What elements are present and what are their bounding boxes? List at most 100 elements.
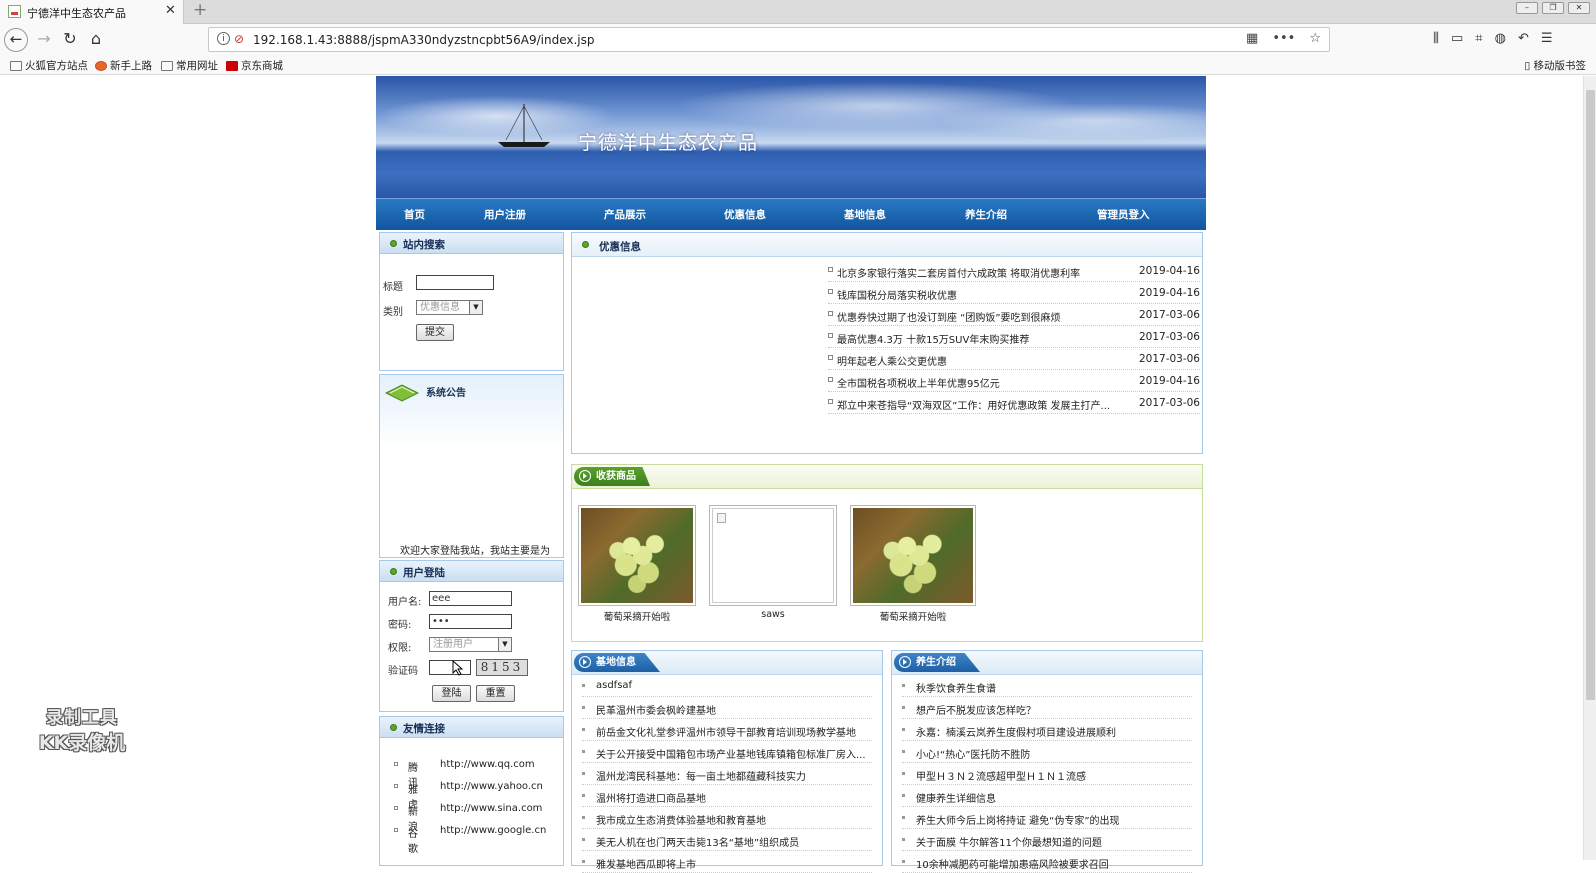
sidebar-icon[interactable]: ▭	[1451, 31, 1463, 46]
base-title[interactable]: 我市成立生态消费体验基地和教育基地	[596, 812, 871, 827]
new-tab-icon[interactable]: +	[193, 0, 207, 20]
tab-close-icon[interactable]: ✕	[165, 3, 176, 18]
base-item[interactable]: 前岳金文化礼堂参评温州市领导干部教育培训现场教学基地	[582, 720, 872, 741]
promo-title[interactable]: 北京多家银行落实二套房首付六成政策 将取消优惠利率	[837, 265, 1080, 280]
promo-title[interactable]: 钱库国税分局落实税收优惠	[837, 287, 957, 302]
restore-icon[interactable]: ❐	[1542, 2, 1564, 14]
health-item[interactable]: 甲型Ｈ３Ｎ２流感超甲型Ｈ１Ｎ１流感	[902, 764, 1192, 785]
link-url[interactable]: http://www.google.cn	[440, 825, 546, 836]
promo-title[interactable]: 明年起老人乘公交更优惠	[837, 353, 947, 368]
health-item-title[interactable]: 养生大师今后上岗将持证 避免“伪专家”的出现	[916, 812, 1191, 827]
nav-admin-login[interactable]: 管理员登入	[1097, 207, 1150, 222]
screenshot-icon[interactable]: ⌗	[1475, 31, 1482, 46]
page-scrollbar[interactable]	[1583, 76, 1596, 860]
insecure-lock-icon[interactable]: ⊘	[234, 32, 244, 46]
promo-item[interactable]: 明年起老人乘公交更优惠 2017-03-06	[828, 349, 1200, 370]
forward-arrow-icon[interactable]: →	[34, 30, 54, 48]
menu-icon[interactable]: ☰	[1541, 31, 1553, 46]
health-item-title[interactable]: 秋季饮食养生食谱	[916, 680, 1191, 695]
link-url[interactable]: http://www.yahoo.cn	[440, 781, 543, 792]
base-item[interactable]: 美无人机在也门两天击毙13名“基地”组织成员	[582, 830, 872, 851]
nav-bases[interactable]: 基地信息	[844, 207, 886, 222]
product-name[interactable]: 葡萄采摘开始啦	[850, 609, 976, 623]
health-item-title[interactable]: 甲型Ｈ３Ｎ２流感超甲型Ｈ１Ｎ１流感	[916, 768, 1191, 783]
home-icon[interactable]: ⌂	[86, 30, 106, 48]
chat-icon[interactable]: ◍	[1495, 31, 1506, 46]
health-item[interactable]: 秋季饮食养生食谱	[902, 676, 1192, 697]
health-item-title[interactable]: 小心!“热心”医托防不胜防	[916, 746, 1191, 761]
promo-title[interactable]: 全市国税各项税收上半年优惠95亿元	[837, 375, 1000, 390]
bookmark-star-icon[interactable]: ☆	[1309, 31, 1321, 46]
health-item-title[interactable]: 10余种减肥药可能增加患癌风险被要求召回	[916, 856, 1191, 871]
product-name[interactable]: 葡萄采摘开始啦	[578, 609, 696, 623]
health-item[interactable]: 关于面膜 牛尔解答11个你最想知道的问题	[902, 830, 1192, 851]
password-input[interactable]: •••	[429, 614, 512, 629]
browser-tab[interactable]: 宁德洋中生态农产品 ✕	[0, 0, 184, 24]
url-text[interactable]: 192.168.1.43:8888/jspmA330ndyzstncpbt56A…	[253, 33, 595, 47]
mobile-bookmarks[interactable]: ▯ 移动版书签	[1524, 58, 1586, 73]
base-item[interactable]: 温州将打造进口商品基地	[582, 786, 872, 807]
health-item[interactable]: 养生大师今后上岗将持证 避免“伪专家”的出现	[902, 808, 1192, 829]
captcha-input[interactable]	[429, 660, 471, 675]
bookmark-item[interactable]: 火狐官方站点	[10, 58, 88, 73]
promo-item[interactable]: 钱库国税分局落实税收优惠 2019-04-16	[828, 283, 1200, 304]
page-actions-icon[interactable]: •••	[1272, 31, 1295, 46]
base-title[interactable]: 温州龙湾民科基地：每一亩土地都蕴藏科技实力	[596, 768, 871, 783]
product-name[interactable]: saws	[709, 609, 837, 620]
library-icon[interactable]: ⫼	[1433, 31, 1439, 46]
scrollbar-thumb[interactable]	[1586, 90, 1595, 700]
category-select[interactable]: 优惠信息 ▼	[416, 300, 483, 315]
broken-image-icon[interactable]	[709, 505, 837, 606]
health-item[interactable]: 想产后不脱发应该怎样吃？	[902, 698, 1192, 719]
health-item[interactable]: 健康养生详细信息	[902, 786, 1192, 807]
health-item-title[interactable]: 永嘉：楠溪云岚养生度假村项目建设进展顺利	[916, 724, 1191, 739]
promo-item[interactable]: 全市国税各项税收上半年优惠95亿元 2019-04-16	[828, 371, 1200, 392]
base-title[interactable]: 关于公开接受中国箱包市场产业基地钱库镇箱包标准厂房入...	[596, 746, 871, 761]
login-button[interactable]: 登陆	[432, 685, 471, 702]
nav-products[interactable]: 产品展示	[604, 207, 646, 222]
promo-item[interactable]: 优惠券快过期了也没订到座 “团购饭”要吃到很麻烦 2017-03-06	[828, 305, 1200, 326]
minimize-icon[interactable]: –	[1516, 2, 1538, 14]
base-title[interactable]: 前岳金文化礼堂参评温州市领导干部教育培训现场教学基地	[596, 724, 871, 739]
undo-icon[interactable]: ↶	[1518, 31, 1529, 46]
promo-title[interactable]: 最高优惠4.3万 十款15万SUV年末购买推荐	[837, 331, 1029, 346]
base-item[interactable]: 我市成立生态消费体验基地和教育基地	[582, 808, 872, 829]
bookmark-item[interactable]: 京东商城	[226, 58, 283, 73]
nav-promos[interactable]: 优惠信息	[724, 207, 766, 222]
product-card[interactable]: 葡萄采摘开始啦	[850, 505, 976, 623]
promo-title[interactable]: 优惠券快过期了也没订到座 “团购饭”要吃到很麻烦	[837, 309, 1061, 324]
base-title[interactable]: 民革温州市委会枫岭建基地	[596, 702, 871, 717]
base-item[interactable]: 关于公开接受中国箱包市场产业基地钱库镇箱包标准厂房入...	[582, 742, 872, 763]
promo-title[interactable]: 郑立中来苍指导“双海双区”工作：用好优惠政策 发展主打产...	[837, 397, 1110, 412]
health-item-title[interactable]: 关于面膜 牛尔解答11个你最想知道的问题	[916, 834, 1191, 849]
health-item[interactable]: 10余种减肥药可能增加患癌风险被要求召回	[902, 852, 1192, 873]
base-title[interactable]: 温州将打造进口商品基地	[596, 790, 871, 805]
reload-icon[interactable]: ↻	[60, 30, 80, 48]
bookmark-item[interactable]: 常用网址	[161, 58, 218, 73]
qr-code-icon[interactable]: ▦	[1246, 31, 1258, 46]
health-item[interactable]: 小心!“热心”医托防不胜防	[902, 742, 1192, 763]
nav-register[interactable]: 用户注册	[484, 207, 526, 222]
search-submit-button[interactable]: 提交	[416, 324, 454, 341]
health-item-title[interactable]: 健康养生详细信息	[916, 790, 1191, 805]
info-icon[interactable]: i	[217, 32, 230, 45]
nav-home[interactable]: 首页	[404, 207, 425, 222]
link-url[interactable]: http://www.qq.com	[440, 759, 535, 770]
base-item[interactable]: 温州龙湾民科基地：每一亩土地都蕴藏科技实力	[582, 764, 872, 785]
product-card[interactable]: saws	[709, 505, 837, 620]
back-arrow-icon[interactable]: ←	[4, 28, 28, 52]
close-window-icon[interactable]: ✕	[1568, 2, 1590, 14]
grape-image[interactable]	[578, 505, 696, 606]
grape-image[interactable]	[850, 505, 976, 606]
health-item[interactable]: 永嘉：楠溪云岚养生度假村项目建设进展顺利	[902, 720, 1192, 741]
captcha-image[interactable]: 8153	[476, 659, 528, 676]
username-input[interactable]: eee	[429, 591, 512, 606]
promo-item[interactable]: 最高优惠4.3万 十款15万SUV年末购买推荐 2017-03-06	[828, 327, 1200, 348]
promo-item[interactable]: 郑立中来苍指导“双海双区”工作：用好优惠政策 发展主打产... 2017-03-0…	[828, 393, 1200, 414]
search-title-input[interactable]	[416, 275, 494, 290]
reset-button[interactable]: 重置	[476, 685, 515, 702]
health-item-title[interactable]: 想产后不脱发应该怎样吃？	[916, 702, 1191, 717]
base-title[interactable]: asdfsaf	[596, 680, 871, 691]
base-title[interactable]: 雅发基地西瓜即将上市	[596, 856, 871, 871]
bookmark-item[interactable]: 新手上路	[95, 58, 152, 73]
